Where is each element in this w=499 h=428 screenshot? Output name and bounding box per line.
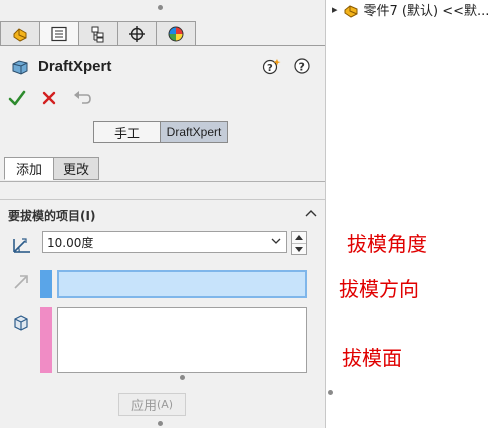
draft-angle-icon <box>13 238 30 253</box>
featuremanager-part-icon <box>13 27 27 42</box>
annotation-faces-to-draft: 拔模面 <box>342 346 402 370</box>
faces-color-swatch <box>40 307 52 373</box>
apply-accelerator: (A) <box>156 398 174 411</box>
pull-direction-icon <box>14 275 28 289</box>
tab-property-manager[interactable] <box>39 21 79 46</box>
tab-add[interactable]: 添加 <box>4 157 54 180</box>
apply-button[interactable]: 应用 (A) <box>118 393 186 416</box>
add-change-tabs: 添加 更改 <box>4 157 99 181</box>
svg-text:?: ? <box>299 61 305 74</box>
draft-angle-combobox[interactable]: 10.00度 <box>42 231 287 253</box>
ok-check-icon[interactable] <box>8 89 26 107</box>
draftxpert-feature-icon <box>12 60 28 75</box>
spin-up-icon <box>295 235 303 240</box>
page-title: DraftXpert <box>38 58 112 75</box>
dimxpert-crosshair-icon <box>129 25 145 42</box>
tree-expand-icon[interactable]: ▸ <box>332 3 338 16</box>
chevron-down-icon[interactable] <box>270 235 282 247</box>
apply-label: 应用 <box>130 399 157 414</box>
property-manager-panel: DraftXpert ? ? 手工 DraftXpert 添加 更改 要拔模的项… <box>0 0 326 428</box>
feature-tree-root[interactable]: ▸ 零件7 (默认) <<默... <box>332 0 489 19</box>
draft-angle-spinner[interactable] <box>291 231 307 255</box>
manager-tab-strip <box>0 21 200 46</box>
subtab-underline <box>0 181 325 182</box>
pull-direction-selection-box[interactable] <box>57 270 307 298</box>
whats-new-icon[interactable]: ? <box>262 57 282 75</box>
part-icon <box>344 4 358 18</box>
tab-configuration-manager[interactable] <box>78 21 118 46</box>
undo-icon[interactable] <box>72 89 92 107</box>
direction-color-swatch <box>40 270 52 298</box>
display-manager-icon <box>168 26 184 41</box>
cancel-x-icon[interactable] <box>40 89 58 107</box>
section-separator <box>0 199 325 200</box>
annotation-draft-angle: 拔模角度 <box>347 232 427 256</box>
tab-change[interactable]: 更改 <box>53 157 99 180</box>
tab-underline <box>0 45 325 46</box>
svg-text:?: ? <box>267 63 273 74</box>
listbox-resize-grip[interactable] <box>180 375 185 380</box>
manual-mode-button[interactable]: 手工 <box>93 121 161 143</box>
configuration-manager-icon <box>91 26 104 42</box>
items-to-draft-title: 要拔模的项目(I) <box>8 209 96 223</box>
splitter-grip[interactable] <box>328 390 333 395</box>
propertymanager-icon <box>51 26 67 41</box>
panel-bottom-grip[interactable] <box>158 421 163 426</box>
tree-root-label: 零件7 (默认) <<默... <box>363 4 490 19</box>
faces-selection-box[interactable] <box>57 307 307 373</box>
chevron-up-icon[interactable] <box>305 208 317 218</box>
annotation-pull-direction: 拔模方向 <box>339 277 419 301</box>
help-question-icon[interactable]: ? <box>293 57 311 75</box>
tab-display-manager[interactable] <box>156 21 196 46</box>
spin-down-button[interactable] <box>292 244 306 255</box>
spin-down-icon <box>295 247 303 252</box>
tab-feature-manager[interactable] <box>0 21 40 46</box>
draftxpert-mode-button[interactable]: DraftXpert <box>160 121 228 143</box>
tab-dimxpert-manager[interactable] <box>117 21 157 46</box>
panel-top-grip[interactable] <box>158 5 163 10</box>
mode-toggle: 手工 DraftXpert <box>93 121 228 143</box>
splitter-handle[interactable] <box>325 366 336 428</box>
spin-up-button[interactable] <box>292 232 306 244</box>
faces-to-draft-icon <box>14 315 28 331</box>
draft-angle-value: 10.00度 <box>47 235 94 250</box>
